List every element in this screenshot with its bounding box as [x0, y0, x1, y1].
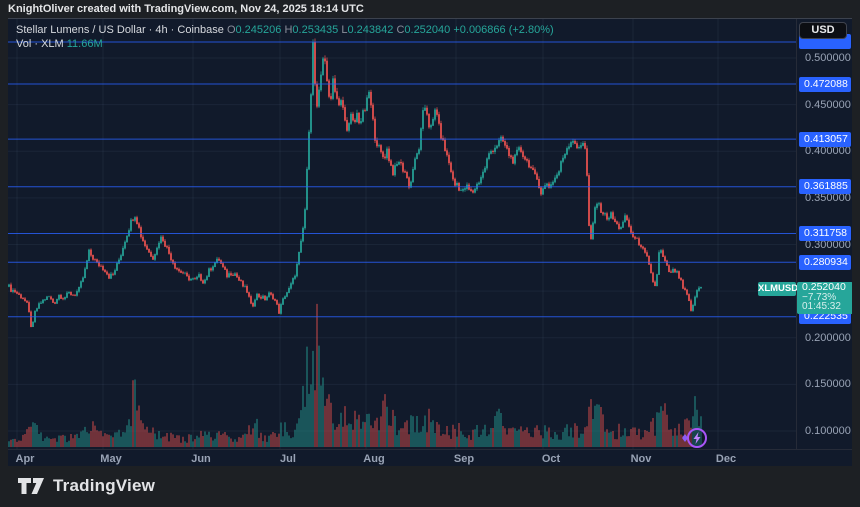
chart-legend: Stellar Lumens / US Dollar · 4h · Coinba…	[16, 23, 554, 51]
bar-countdown: 01:45:32	[802, 302, 852, 312]
legend-volume-row: Vol · XLM 11.66M	[16, 37, 554, 51]
month-tick-label: Jul	[280, 453, 296, 465]
level-price-badge: 0.472088	[799, 77, 851, 92]
legend-ohlc-row: Stellar Lumens / US Dollar · 4h · Coinba…	[16, 23, 554, 37]
month-tick-label: Aug	[363, 453, 384, 465]
candlestick-chart-svg[interactable]	[8, 19, 796, 449]
price-tick-label: 0.150000	[805, 378, 851, 390]
volume-value: 11.66M	[67, 38, 103, 50]
currency-button[interactable]: USD	[799, 22, 847, 39]
tradingview-logo-icon	[18, 478, 45, 494]
open-value: 0.245206	[236, 24, 282, 36]
chart-frame: XLMUSD Stellar Lumens / US Dollar · 4h ·…	[8, 18, 852, 466]
symbol-price-tag: XLMUSD	[758, 282, 796, 296]
low-value: 0.243842	[347, 24, 393, 36]
time-axis[interactable]: Apr May Jun Jul Aug Sep Oct Nov Dec	[8, 449, 852, 467]
tradingview-brand-text: TradingView	[53, 476, 155, 496]
current-price-badge: 0.252040−7.73%01:45:32	[797, 282, 852, 314]
month-tick-label: Sep	[454, 453, 474, 465]
close-value: 0.252040	[404, 24, 450, 36]
footer-bar: TradingView	[0, 466, 860, 507]
change-value: +0.006866 (+2.80%)	[453, 24, 553, 36]
level-price-badge: 0.280934	[799, 255, 851, 270]
price-tick-label: 0.500000	[805, 52, 851, 64]
month-tick-label: Apr	[16, 453, 35, 465]
month-tick-label: Oct	[542, 453, 560, 465]
symbol-title: Stellar Lumens / US Dollar · 4h · Coinba…	[16, 24, 224, 36]
attribution-text: KnightOliver created with TradingView.co…	[8, 3, 364, 15]
month-tick-label: Jun	[191, 453, 211, 465]
level-price-badge: 0.361885	[799, 179, 851, 194]
price-tick-label: 0.100000	[805, 425, 851, 437]
attribution-bar: KnightOliver created with TradingView.co…	[0, 0, 860, 18]
month-tick-label: Dec	[716, 453, 736, 465]
volume-label: Vol · XLM	[16, 38, 64, 50]
price-tick-label: 0.200000	[805, 332, 851, 344]
level-price-badge: 0.311758	[799, 226, 851, 241]
lightning-marker-icon[interactable]	[678, 424, 712, 452]
tradingview-logo[interactable]: TradingView	[18, 476, 155, 496]
high-value: 0.253435	[292, 24, 338, 36]
month-tick-label: Nov	[631, 453, 652, 465]
chart-plot[interactable]: XLMUSD Stellar Lumens / US Dollar · 4h ·…	[8, 19, 796, 449]
price-axis[interactable]: 0.1000000.1500000.2000000.2500000.300000…	[796, 19, 852, 449]
price-tick-label: 0.450000	[805, 99, 851, 111]
month-tick-label: May	[100, 453, 121, 465]
level-price-badge: 0.413057	[799, 132, 851, 147]
